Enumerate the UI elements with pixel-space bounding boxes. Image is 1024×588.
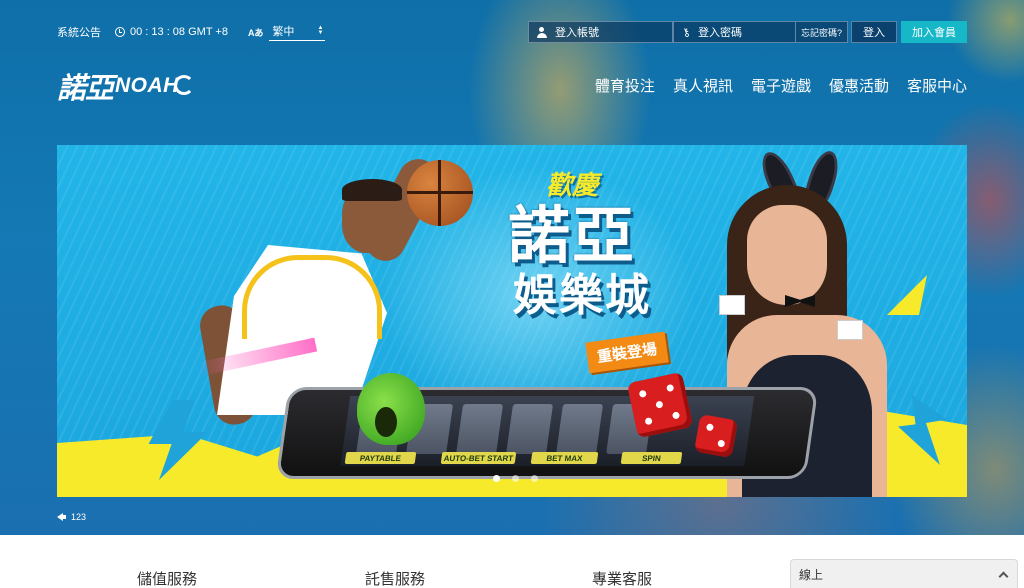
cuff — [837, 320, 863, 340]
language-value: 繁中 — [272, 26, 295, 38]
language-select[interactable]: 繁中 ▲ ▼ — [269, 23, 326, 41]
speaker-icon — [57, 513, 66, 521]
nav-item-promotions[interactable]: 優惠活動 — [829, 75, 889, 96]
site-logo[interactable]: 諾亞 NOAH — [57, 66, 194, 106]
language-switcher[interactable]: Aあ 繁中 ▲ ▼ — [248, 23, 326, 41]
paytable-label: PAYTABLE — [344, 452, 417, 464]
carousel-dot[interactable] — [493, 475, 500, 482]
headline-small: 歡慶 — [545, 170, 598, 200]
frog-mouth — [375, 407, 397, 437]
nav-item-live-casino[interactable]: 真人視訊 — [673, 75, 733, 96]
nav-item-support[interactable]: 客服中心 — [907, 75, 967, 96]
slot-reel — [506, 404, 554, 454]
forgot-password-button[interactable]: 忘記密碼? — [795, 21, 848, 43]
dice-icon — [626, 371, 694, 439]
carousel-dots — [487, 475, 544, 482]
announcement-link[interactable]: 系統公告 — [57, 24, 101, 40]
clock: 00 : 13 : 08 GMT +8 — [115, 26, 228, 38]
girl-face — [747, 205, 827, 305]
top-bar: 系統公告 00 : 13 : 08 GMT +8 Aあ 繁中 ▲ ▼ 登入帳號 ⚷… — [57, 20, 967, 44]
headline-mid: 娛樂城 — [513, 271, 651, 320]
logo-ring-icon — [173, 75, 194, 95]
clock-time: 00 : 13 : 08 GMT +8 — [130, 26, 228, 38]
service-deposit[interactable]: 儲值服務 — [137, 568, 197, 588]
chat-label: 線上 — [799, 567, 824, 582]
user-icon — [536, 26, 547, 38]
username-placeholder: 登入帳號 — [554, 27, 599, 39]
language-icon: Aあ — [247, 27, 264, 38]
sound-control[interactable]: 123 — [57, 508, 86, 526]
nav-item-sports[interactable]: 體育投注 — [595, 75, 655, 96]
live-chat-widget[interactable]: 線上 — [790, 559, 1018, 588]
sound-label: 123 — [71, 512, 87, 522]
nav-item-slots[interactable]: 電子遊戲 — [751, 75, 811, 96]
headline-big: 諾亞 — [507, 202, 636, 271]
password-placeholder: 登入密碼 — [698, 27, 743, 39]
login-area: 登入帳號 ⚷ 登入密碼 忘記密碼? 登入 加入會員 — [527, 20, 967, 44]
cuff — [719, 295, 745, 315]
banner-headline: 歡慶 諾亞 娛樂城 — [457, 165, 687, 322]
slot-reel — [456, 404, 504, 454]
carousel-dot[interactable] — [512, 475, 519, 482]
spin-label: SPIN — [620, 452, 683, 464]
topbar-left: 系統公告 00 : 13 : 08 GMT +8 Aあ 繁中 ▲ ▼ — [57, 20, 326, 44]
logo-cn: 諾亞 — [57, 71, 114, 105]
password-input[interactable]: ⚷ 登入密碼 — [672, 21, 796, 43]
main-nav: 體育投注 真人視訊 電子遊戲 優惠活動 客服中心 — [577, 74, 967, 96]
player-hair — [342, 179, 402, 201]
dice-icon — [693, 413, 739, 459]
clock-icon — [115, 27, 125, 37]
login-button[interactable]: 登入 — [851, 21, 897, 43]
slot-reel — [556, 404, 604, 454]
key-icon: ⚷ — [680, 25, 693, 40]
chevron-up-icon[interactable] — [998, 571, 1009, 581]
username-input[interactable]: 登入帳號 — [527, 21, 673, 43]
service-withdraw[interactable]: 託售服務 — [365, 568, 425, 588]
join-member-button[interactable]: 加入會員 — [901, 21, 967, 43]
select-arrows-icon: ▲ ▼ — [317, 25, 324, 36]
carousel-dot[interactable] — [531, 475, 538, 482]
hero-banner[interactable]: 歡慶 諾亞 娛樂城 重裝登場 PAYTABLE AUTO-BET START B… — [57, 145, 967, 497]
autobet-label: AUTO-BET START — [440, 452, 517, 464]
betmax-label: BET MAX — [530, 452, 599, 464]
service-support[interactable]: 專業客服 — [592, 568, 652, 588]
logo-en: NOAH — [115, 74, 179, 97]
